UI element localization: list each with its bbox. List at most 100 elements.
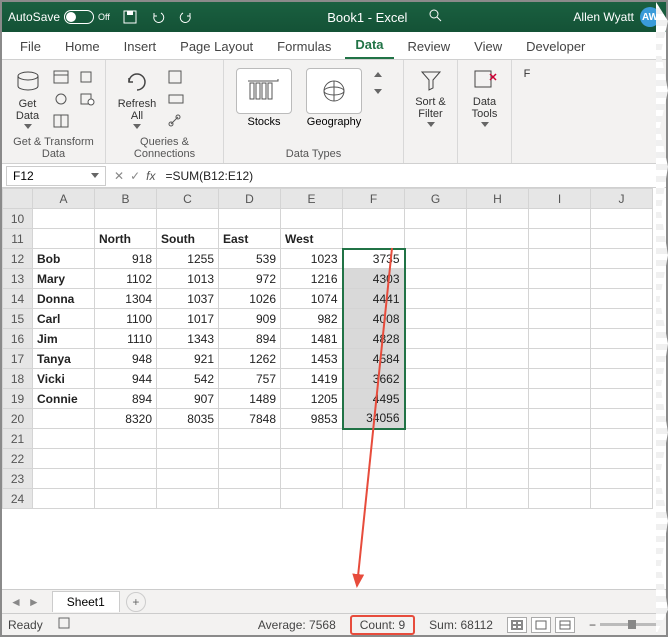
data-tools-button[interactable]: DataTools	[466, 64, 503, 127]
cell-G19[interactable]	[405, 389, 467, 409]
forecast-button[interactable]: F	[520, 64, 534, 80]
grid[interactable]: ABCDEFGHIJ1011NorthSouthEastWest12Bob918…	[2, 188, 666, 509]
cell-B21[interactable]	[95, 429, 157, 449]
cell-J15[interactable]	[591, 309, 653, 329]
cell-J19[interactable]	[591, 389, 653, 409]
cell-G16[interactable]	[405, 329, 467, 349]
view-normal-icon[interactable]	[507, 617, 527, 633]
cell-A22[interactable]	[33, 449, 95, 469]
cell-D18[interactable]: 757	[219, 369, 281, 389]
sheet-next-icon[interactable]: ►	[28, 595, 40, 609]
cell-G13[interactable]	[405, 269, 467, 289]
cell-F17[interactable]: 4584	[343, 349, 405, 369]
cell-F23[interactable]	[343, 469, 405, 489]
cell-B24[interactable]	[95, 489, 157, 509]
cell-F16[interactable]: 4828	[343, 329, 405, 349]
cell-H22[interactable]	[467, 449, 529, 469]
cell-J20[interactable]	[591, 409, 653, 429]
sheet-prev-icon[interactable]: ◄	[10, 595, 22, 609]
toggle-track[interactable]	[64, 10, 94, 24]
cell-D11[interactable]: East	[219, 229, 281, 249]
get-data-button[interactable]: GetData	[10, 64, 45, 129]
col-header-I[interactable]: I	[529, 189, 591, 209]
cell-H17[interactable]	[467, 349, 529, 369]
cell-B17[interactable]: 948	[95, 349, 157, 369]
cell-A21[interactable]	[33, 429, 95, 449]
cell-E24[interactable]	[281, 489, 343, 509]
edit-links-icon[interactable]	[166, 112, 186, 130]
cell-D24[interactable]	[219, 489, 281, 509]
row-header-14[interactable]: 14	[3, 289, 33, 309]
cell-I17[interactable]	[529, 349, 591, 369]
cell-E20[interactable]: 9853	[281, 409, 343, 429]
cell-G14[interactable]	[405, 289, 467, 309]
accessibility-icon[interactable]	[57, 616, 71, 633]
tab-data[interactable]: Data	[345, 31, 393, 59]
row-header-15[interactable]: 15	[3, 309, 33, 329]
cell-I15[interactable]	[529, 309, 591, 329]
cell-F19[interactable]: 4495	[343, 389, 405, 409]
tab-page-layout[interactable]: Page Layout	[170, 33, 263, 59]
cell-G23[interactable]	[405, 469, 467, 489]
col-header-H[interactable]: H	[467, 189, 529, 209]
cell-H24[interactable]	[467, 489, 529, 509]
cell-G17[interactable]	[405, 349, 467, 369]
redo-icon[interactable]	[176, 8, 196, 26]
cell-B13[interactable]: 1102	[95, 269, 157, 289]
cell-C18[interactable]: 542	[157, 369, 219, 389]
cell-C17[interactable]: 921	[157, 349, 219, 369]
cell-I11[interactable]	[529, 229, 591, 249]
cell-A15[interactable]: Carl	[33, 309, 95, 329]
col-header-A[interactable]: A	[33, 189, 95, 209]
cell-F13[interactable]: 4303	[343, 269, 405, 289]
cell-D19[interactable]: 1489	[219, 389, 281, 409]
cell-J16[interactable]	[591, 329, 653, 349]
tab-review[interactable]: Review	[398, 33, 461, 59]
cell-F14[interactable]: 4441	[343, 289, 405, 309]
cell-D23[interactable]	[219, 469, 281, 489]
cell-J14[interactable]	[591, 289, 653, 309]
zoom-slider[interactable]: −	[589, 618, 660, 632]
geography-button[interactable]: Geography	[302, 64, 366, 128]
cell-I12[interactable]	[529, 249, 591, 269]
cell-D12[interactable]: 539	[219, 249, 281, 269]
cell-J11[interactable]	[591, 229, 653, 249]
cell-J17[interactable]	[591, 349, 653, 369]
autosave-toggle[interactable]: AutoSave Off	[8, 10, 110, 24]
cell-G11[interactable]	[405, 229, 467, 249]
cell-I20[interactable]	[529, 409, 591, 429]
col-header-C[interactable]: C	[157, 189, 219, 209]
cell-B20[interactable]: 8320	[95, 409, 157, 429]
cell-I19[interactable]	[529, 389, 591, 409]
cell-H12[interactable]	[467, 249, 529, 269]
cell-B15[interactable]: 1100	[95, 309, 157, 329]
row-header-13[interactable]: 13	[3, 269, 33, 289]
cell-E22[interactable]	[281, 449, 343, 469]
tab-formulas[interactable]: Formulas	[267, 33, 341, 59]
row-header-17[interactable]: 17	[3, 349, 33, 369]
cell-B10[interactable]	[95, 209, 157, 229]
cell-A24[interactable]	[33, 489, 95, 509]
stocks-button[interactable]: Stocks	[232, 64, 296, 128]
tab-file[interactable]: File	[10, 33, 51, 59]
cell-D22[interactable]	[219, 449, 281, 469]
col-header-E[interactable]: E	[281, 189, 343, 209]
cell-C21[interactable]	[157, 429, 219, 449]
col-header-J[interactable]: J	[591, 189, 653, 209]
row-header-10[interactable]: 10	[3, 209, 33, 229]
cell-I21[interactable]	[529, 429, 591, 449]
formula-input[interactable]: =SUM(B12:E12)	[161, 169, 666, 183]
scroll-up-icon[interactable]	[374, 72, 382, 77]
cell-B11[interactable]: North	[95, 229, 157, 249]
cell-D13[interactable]: 972	[219, 269, 281, 289]
fx-icon[interactable]: fx	[146, 169, 155, 183]
cell-J21[interactable]	[591, 429, 653, 449]
view-page-layout-icon[interactable]	[531, 617, 551, 633]
cell-H19[interactable]	[467, 389, 529, 409]
tab-developer[interactable]: Developer	[516, 33, 595, 59]
row-header-16[interactable]: 16	[3, 329, 33, 349]
cell-H13[interactable]	[467, 269, 529, 289]
cell-E14[interactable]: 1074	[281, 289, 343, 309]
name-box[interactable]: F12	[6, 166, 106, 186]
cell-C20[interactable]: 8035	[157, 409, 219, 429]
